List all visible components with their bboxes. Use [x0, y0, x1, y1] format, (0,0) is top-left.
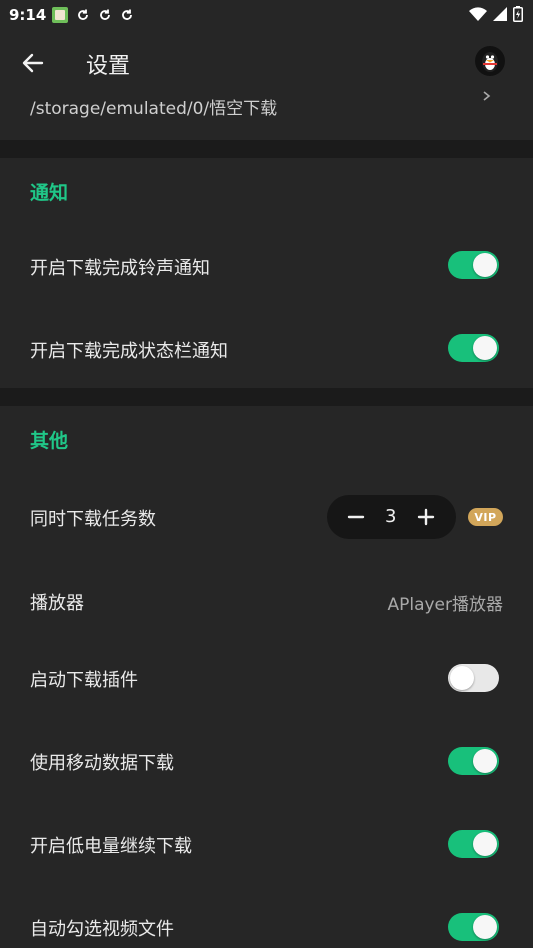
ring-notify-toggle[interactable]: [448, 251, 499, 279]
auto-select-toggle[interactable]: [448, 913, 499, 941]
player-label: 播放器: [30, 593, 84, 614]
wifi-icon: [469, 7, 487, 21]
toggle-knob: [450, 666, 474, 690]
sync-icon: [100, 9, 111, 20]
mobile-data-label: 使用移动数据下载: [30, 753, 174, 774]
auto-select-label: 自动勾选视频文件: [30, 919, 174, 940]
status-bar: 9:14: [0, 0, 533, 30]
plugin-toggle[interactable]: [448, 664, 499, 692]
toggle-knob: [473, 915, 497, 939]
chevron-right-icon: [483, 91, 491, 101]
toggle-knob: [473, 336, 497, 360]
app-notification-icon: [52, 7, 69, 23]
toggle-knob: [473, 832, 497, 856]
statusbar-notify-label: 开启下载完成状态栏通知: [30, 341, 228, 362]
concurrent-tasks-label: 同时下载任务数: [30, 509, 156, 530]
battery-icon: [513, 6, 523, 22]
app-bar: 设置: [0, 30, 533, 94]
section-title-notify: 通知: [30, 182, 69, 204]
concurrent-tasks-value: 3: [385, 506, 397, 527]
status-time: 9:14: [9, 6, 47, 24]
sync-icon: [78, 9, 89, 20]
minus-icon[interactable]: [346, 507, 366, 527]
notification-section: 通知 开启下载完成铃声通知 开启下载完成状态栏通知: [0, 158, 533, 388]
low-power-label: 开启低电量继续下载: [30, 836, 192, 857]
mobile-data-toggle[interactable]: [448, 747, 499, 775]
qq-penguin-icon[interactable]: [475, 46, 505, 76]
statusbar-notify-toggle[interactable]: [448, 334, 499, 362]
ring-notify-label: 开启下载完成铃声通知: [30, 258, 210, 279]
page-title: 设置: [86, 54, 131, 79]
vip-badge: VIP: [468, 508, 503, 526]
toggle-knob: [473, 749, 497, 773]
sync-icon: [122, 9, 133, 20]
player-value[interactable]: APlayer播放器: [387, 590, 503, 615]
back-arrow-icon[interactable]: [20, 50, 46, 76]
plugin-label: 启动下载插件: [30, 670, 138, 691]
other-section: 其他 同时下载任务数 播放器 APlayer播放器 启动下载插件 使用移动数据下…: [0, 406, 533, 948]
download-path-text: /storage/emulated/0/悟空下载: [30, 99, 278, 119]
concurrent-tasks-stepper: 3: [327, 495, 456, 539]
toggle-knob: [473, 253, 497, 277]
plus-icon[interactable]: [416, 507, 436, 527]
signal-icon: [493, 7, 507, 21]
section-title-other: 其他: [30, 430, 69, 452]
download-path-row[interactable]: /storage/emulated/0/悟空下载: [0, 91, 533, 140]
low-power-toggle[interactable]: [448, 830, 499, 858]
